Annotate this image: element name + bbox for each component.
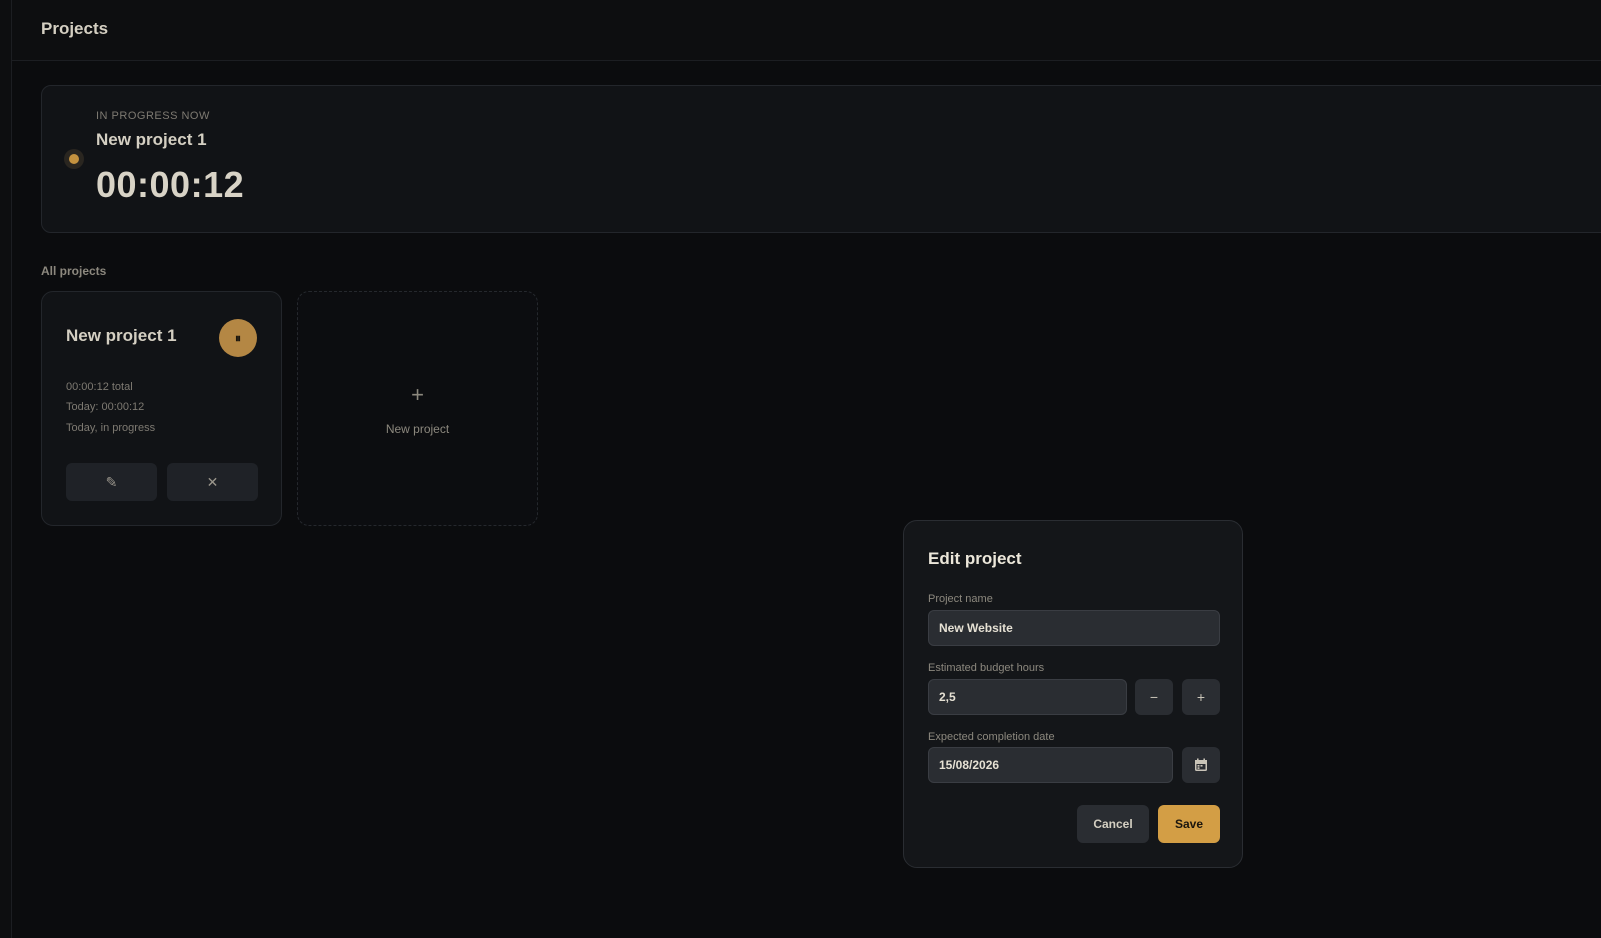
in-progress-panel: IN PROGRESS NOW New project 1 00:00:12 — [41, 85, 1601, 233]
new-project-card[interactable]: + New project — [297, 291, 538, 526]
calendar-icon — [1195, 758, 1207, 771]
project-today-time: Today: 00:00:12 — [66, 401, 145, 413]
project-card-title: New project 1 — [66, 326, 177, 345]
calendar-button[interactable] — [1182, 747, 1220, 783]
pause-icon: ⏸ — [234, 330, 241, 345]
plus-icon: + — [1196, 689, 1206, 705]
all-projects-label: All projects — [41, 264, 107, 278]
pause-button[interactable]: ⏸ — [219, 319, 257, 357]
completion-date-input[interactable]: 15/08/2026 — [928, 747, 1173, 783]
header: Projects — [12, 0, 1601, 61]
delete-project-button[interactable]: ✕ — [167, 463, 258, 501]
in-progress-label: IN PROGRESS NOW — [96, 110, 210, 122]
active-project-name: New project 1 — [96, 130, 207, 149]
minus-icon: − — [1149, 689, 1159, 705]
save-button[interactable]: Save — [1158, 805, 1220, 843]
project-card[interactable]: New project 1 ⏸ 00:00:12 total Today: 00… — [41, 291, 282, 526]
project-name-label: Project name — [928, 593, 993, 605]
page-title: Projects — [41, 19, 109, 38]
completion-date-label: Expected completion date — [928, 731, 1055, 743]
edit-project-button[interactable]: ✎ — [66, 463, 157, 501]
dialog-title: Edit project — [928, 549, 1022, 568]
new-project-label: New project — [385, 422, 450, 436]
increment-button[interactable]: + — [1182, 679, 1220, 715]
project-total-time: 00:00:12 total — [66, 381, 133, 393]
budget-hours-label: Estimated budget hours — [928, 662, 1045, 674]
sidebar-edge — [0, 0, 12, 938]
recording-status-icon — [64, 149, 84, 169]
project-status: Today, in progress — [66, 422, 156, 434]
active-timer: 00:00:12 — [96, 164, 245, 205]
pencil-icon: ✎ — [105, 473, 118, 490]
plus-icon: + — [411, 382, 424, 407]
decrement-button[interactable]: − — [1135, 679, 1173, 715]
budget-hours-input[interactable]: 2,5 — [928, 679, 1127, 715]
close-icon: ✕ — [206, 473, 219, 490]
project-name-input[interactable]: New Website — [928, 610, 1220, 646]
edit-project-dialog: Edit project Project name New Website Es… — [903, 520, 1243, 868]
cancel-button[interactable]: Cancel — [1077, 805, 1149, 843]
